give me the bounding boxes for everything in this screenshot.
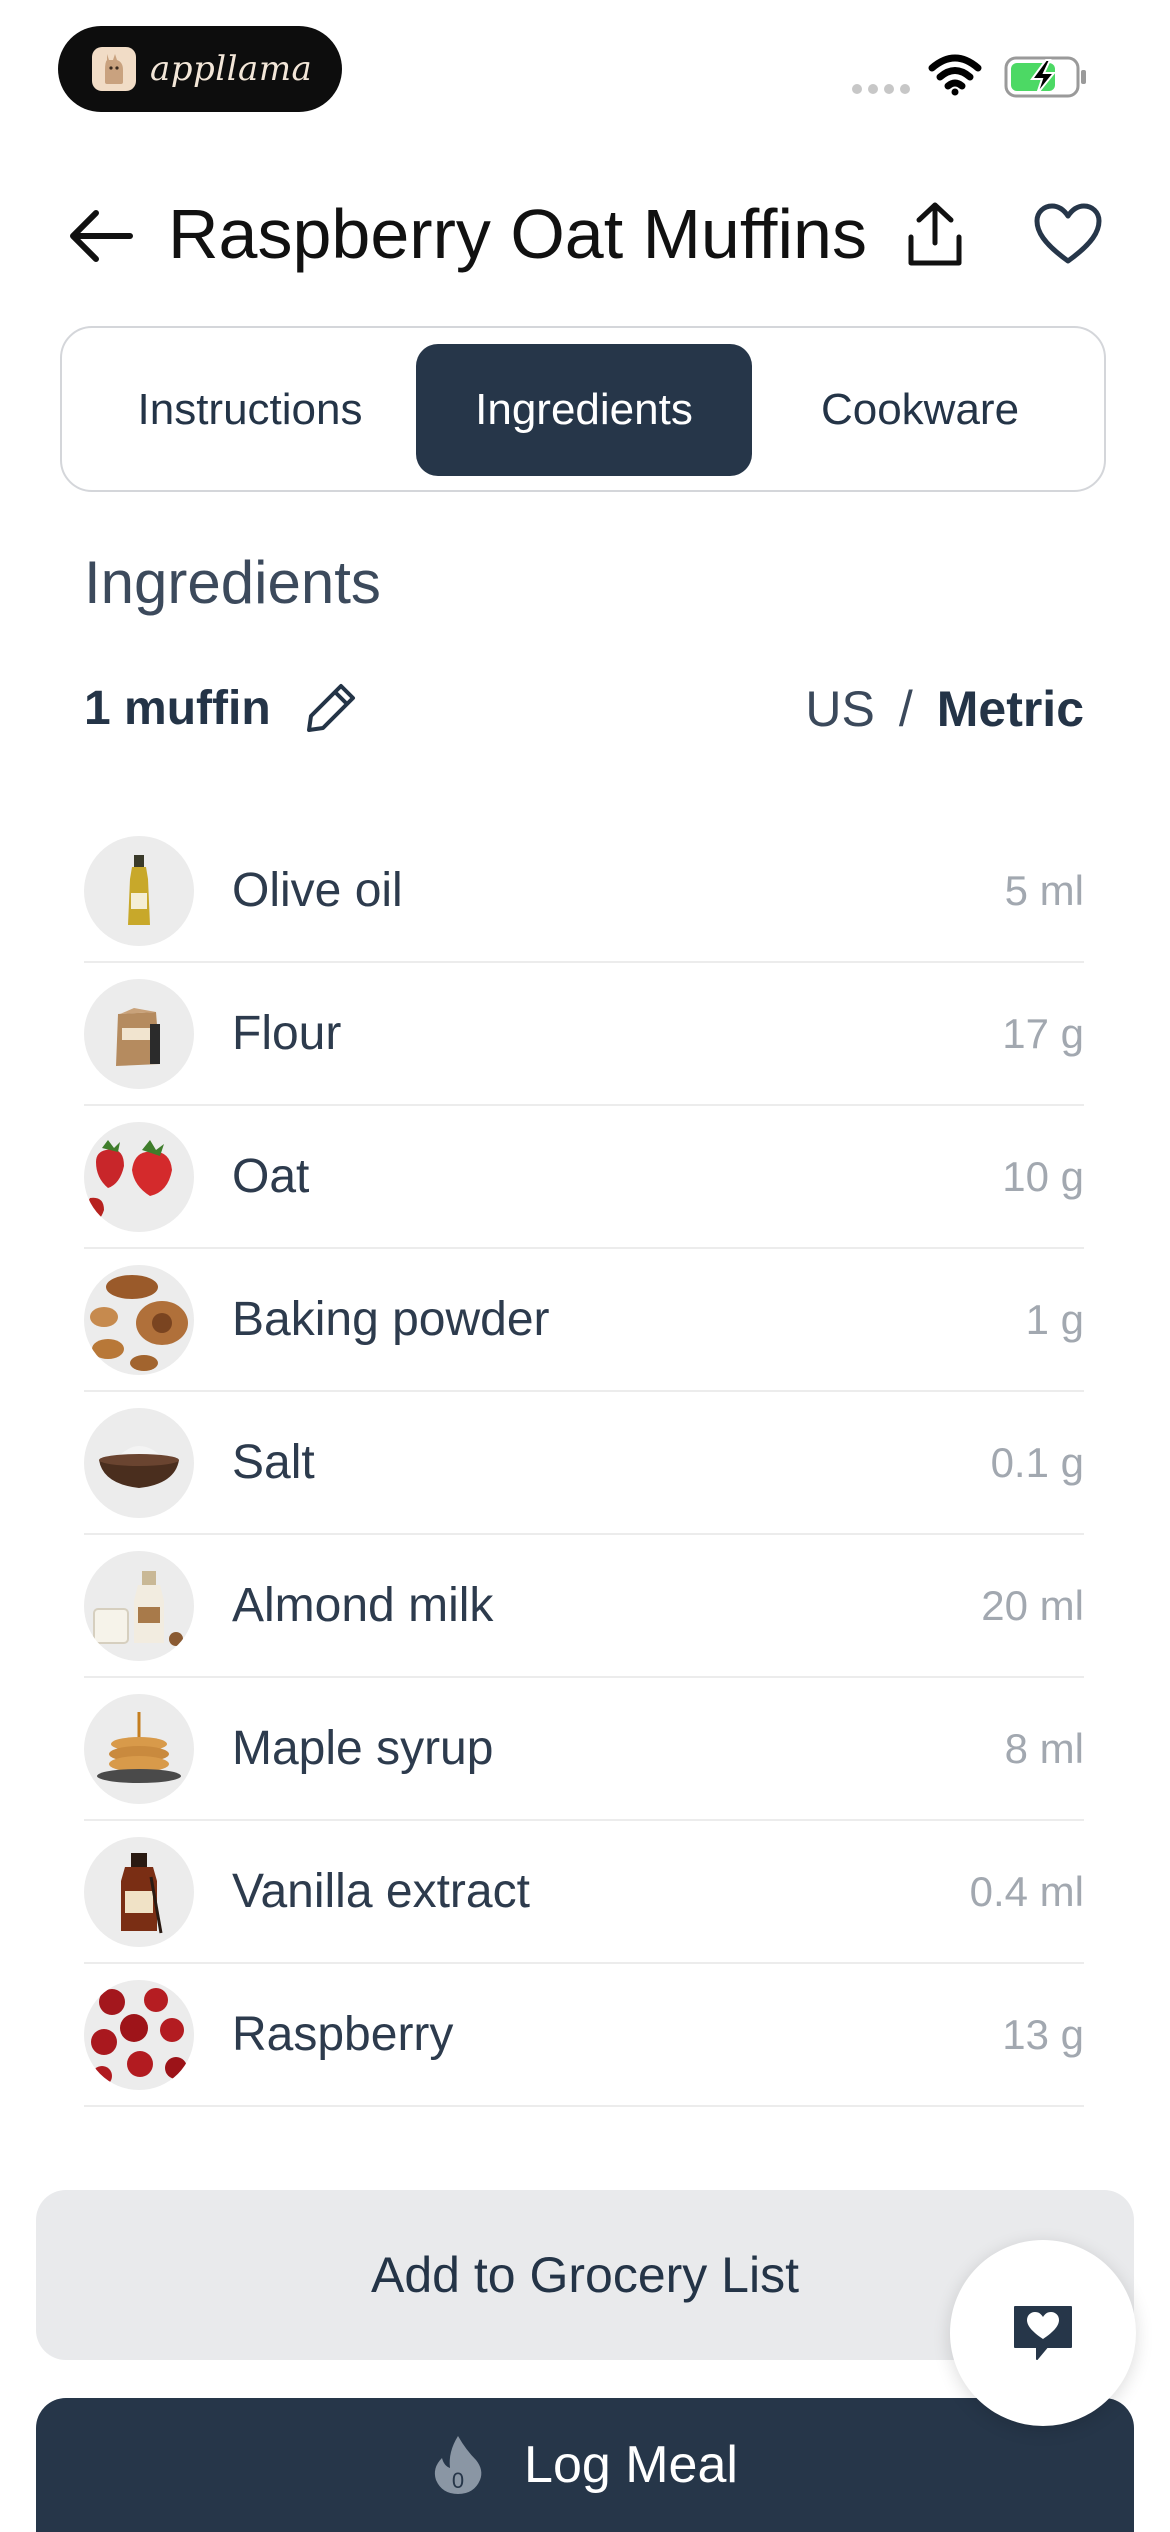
- tab-ingredients[interactable]: Ingredients: [416, 344, 752, 476]
- app-name: appllama: [150, 49, 313, 89]
- unit-toggle: US / Metric: [805, 680, 1084, 738]
- ingredient-row[interactable]: Raspberry 13 g: [84, 1964, 1084, 2107]
- favorite-button[interactable]: [1033, 203, 1103, 265]
- ingredient-amount: 0.4 ml: [969, 1867, 1084, 1915]
- ingredient-name: Raspberry: [232, 2008, 454, 2061]
- ingredient-name: Salt: [232, 1436, 315, 1489]
- ingredient-amount: 8 ml: [1004, 1724, 1084, 1772]
- ingredient-amount: 1 g: [1025, 1295, 1084, 1343]
- chat-heart-icon: [1014, 2306, 1072, 2360]
- ingredient-amount: 13 g: [1002, 2010, 1084, 2058]
- ingredient-list: Olive oil 5 ml Flour 17 g Oat 10 g Bakin…: [84, 820, 1084, 2107]
- page-title: Raspberry Oat Muffins: [168, 195, 867, 273]
- ingredient-amount: 5 ml: [1004, 866, 1084, 914]
- ingredient-name: Almond milk: [232, 1579, 494, 1632]
- ingredient-row[interactable]: Almond milk 20 ml: [84, 1535, 1084, 1678]
- recipe-tabs: Instructions Ingredients Cookware: [60, 326, 1106, 492]
- ingredient-name: Oat: [232, 1150, 310, 1203]
- wifi-icon: [928, 54, 982, 96]
- log-meal-button[interactable]: 0 Log Meal: [36, 2398, 1134, 2532]
- arrow-left-icon: [70, 210, 133, 262]
- ingredient-name: Vanilla extract: [232, 1865, 530, 1918]
- pastries-icon: [84, 1264, 194, 1375]
- tab-instructions[interactable]: Instructions: [82, 344, 418, 476]
- ingredient-amount: 20 ml: [981, 1581, 1084, 1629]
- ingredient-row[interactable]: Baking powder 1 g: [84, 1249, 1084, 1392]
- servings-label: 1 muffin: [84, 681, 271, 735]
- unit-separator: /: [898, 681, 913, 737]
- unit-metric-option[interactable]: Metric: [937, 680, 1084, 738]
- battery-charging-icon: [1004, 56, 1086, 98]
- olive-oil-bottle-icon: [84, 835, 194, 946]
- ingredient-row[interactable]: Flour 17 g: [84, 963, 1084, 1106]
- ingredient-name: Maple syrup: [232, 1722, 494, 1775]
- chat-support-button[interactable]: [950, 2240, 1136, 2426]
- raspberries-icon: [84, 1979, 194, 2090]
- salt-bowl-icon: [84, 1407, 194, 1518]
- servings-control[interactable]: 1 muffin: [84, 680, 359, 736]
- ingredient-name: Flour: [232, 1007, 342, 1060]
- ingredient-row[interactable]: Maple syrup 8 ml: [84, 1678, 1084, 1821]
- ingredient-amount: 17 g: [1002, 1009, 1084, 1057]
- strawberries-icon: [84, 1121, 194, 1232]
- status-bar: appllama: [0, 0, 1170, 140]
- vanilla-bottle-icon: [84, 1836, 194, 1947]
- log-meal-badge: 0: [452, 2468, 464, 2493]
- ingredient-row[interactable]: Vanilla extract 0.4 ml: [84, 1821, 1084, 1964]
- unit-us-option[interactable]: US: [805, 680, 874, 738]
- ingredient-row[interactable]: Salt 0.1 g: [84, 1392, 1084, 1535]
- tab-cookware[interactable]: Cookware: [752, 344, 1088, 476]
- milk-bottle-icon: [84, 1550, 194, 1661]
- flour-bag-icon: [84, 978, 194, 1089]
- ingredient-amount: 10 g: [1002, 1152, 1084, 1200]
- back-button[interactable]: [66, 201, 136, 271]
- flame-icon: 0: [434, 2436, 482, 2494]
- cellular-signal-icon: [852, 84, 910, 94]
- share-button[interactable]: [903, 199, 967, 269]
- heart-icon: [1034, 203, 1102, 264]
- section-title: Ingredients: [84, 549, 381, 616]
- ingredient-row[interactable]: Oat 10 g: [84, 1106, 1084, 1249]
- ingredient-name: Olive oil: [232, 864, 403, 917]
- pencil-icon[interactable]: [303, 680, 359, 736]
- llama-logo-icon: [92, 47, 136, 91]
- recipe-header: Raspberry Oat Muffins: [0, 175, 1170, 295]
- ingredient-amount: 0.1 g: [990, 1438, 1084, 1486]
- pancakes-icon: [84, 1693, 194, 1804]
- ingredient-row[interactable]: Olive oil 5 ml: [84, 820, 1084, 963]
- share-icon: [908, 202, 962, 266]
- log-meal-label: Log Meal: [524, 2436, 738, 2494]
- app-indicator-pill[interactable]: appllama: [58, 26, 342, 112]
- ingredient-name: Baking powder: [232, 1293, 550, 1346]
